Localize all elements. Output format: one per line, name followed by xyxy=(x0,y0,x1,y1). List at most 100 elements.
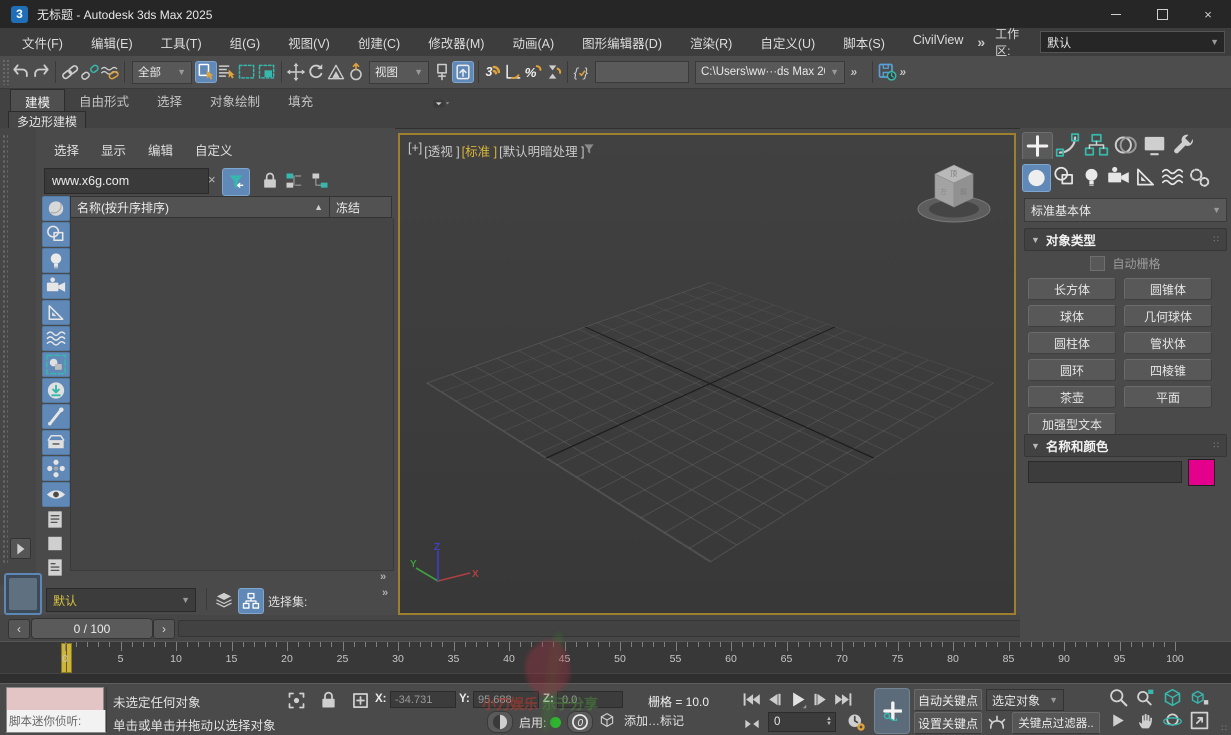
snap-spinner-icon[interactable] xyxy=(543,62,563,82)
unlink-icon[interactable] xyxy=(80,62,100,82)
column-header-name[interactable]: 名称(按升序排序) ▲ xyxy=(70,196,330,218)
menu-item[interactable]: 动画(A) xyxy=(498,33,568,52)
influences-icon[interactable] xyxy=(42,456,70,481)
braces-icon[interactable]: {} xyxy=(572,62,592,82)
spinner-arrows-icon[interactable]: ▲ ▼ xyxy=(826,716,835,727)
z-coord-field[interactable]: 0.0 xyxy=(557,691,623,708)
menu-item[interactable]: 视图(V) xyxy=(274,33,344,52)
viewport-nav-button[interactable] xyxy=(1135,710,1156,731)
autosave-icon[interactable] xyxy=(877,62,897,82)
autogrid-checkbox-row[interactable]: 自动栅格 xyxy=(1020,255,1231,272)
primitive-button[interactable]: 球体 xyxy=(1028,305,1116,327)
close-button[interactable]: × xyxy=(1185,0,1231,28)
viewport-label[interactable]: [透视 ] xyxy=(424,141,459,160)
undo-icon[interactable] xyxy=(11,62,31,82)
y-coord-field[interactable]: 95.688 xyxy=(473,691,539,708)
maximize-button[interactable] xyxy=(1139,0,1185,28)
helpers-icon[interactable] xyxy=(42,300,70,325)
mirror-icon[interactable] xyxy=(452,61,474,83)
explorer-tree-collapse-button[interactable] xyxy=(310,171,330,191)
xrefs-icon[interactable] xyxy=(42,378,70,403)
selection-filter-combo[interactable]: 全部 ▼ xyxy=(132,60,192,84)
rotate-icon[interactable] xyxy=(306,62,326,82)
viewport-nav-button[interactable] xyxy=(1108,710,1129,731)
autogrid-checkbox[interactable] xyxy=(1090,256,1106,271)
safe-scene-shield-button[interactable] xyxy=(487,711,513,733)
time-slider-handle[interactable]: 0 / 100 xyxy=(31,618,153,639)
explorer-menu-item[interactable]: 自定义 xyxy=(195,140,233,159)
primitive-button[interactable]: 平面 xyxy=(1124,386,1212,408)
viewport-label[interactable]: [+] xyxy=(408,141,422,160)
bind-icon[interactable] xyxy=(100,62,120,82)
space-warps-icon[interactable] xyxy=(42,326,70,351)
key-filters-button[interactable]: 关键点过滤器.. xyxy=(1012,712,1100,734)
rollout-name-color[interactable]: ▼ 名称和颜色 ∷ xyxy=(1024,434,1227,457)
chev-icon[interactable]: » xyxy=(848,62,868,82)
next-frame-button[interactable]: › xyxy=(153,619,175,639)
viewport-label[interactable]: [默认明暗处理 ] xyxy=(499,141,584,160)
project-folder-combo[interactable]: C:\Users\ww···ds Max 2025▼ xyxy=(695,60,845,84)
primitive-button[interactable]: 圆柱体 xyxy=(1028,332,1116,354)
visibility-icon[interactable] xyxy=(42,482,70,507)
motion-icon[interactable] xyxy=(1111,132,1140,158)
primitive-button[interactable]: 管状体 xyxy=(1124,332,1212,354)
scale-icon[interactable] xyxy=(326,62,346,82)
menu-item[interactable]: 组(G) xyxy=(216,33,275,52)
viewport-perview-filter-icon[interactable] xyxy=(582,142,596,156)
playback-button[interactable] xyxy=(833,689,854,710)
viewport-label[interactable]: [标准 ] xyxy=(462,141,497,160)
region-window-icon[interactable] xyxy=(257,62,277,82)
viewport-nav-button[interactable] xyxy=(1189,710,1210,731)
rollout-object-type[interactable]: ▼ 对象类型 ∷ xyxy=(1024,228,1227,251)
lights-icon[interactable] xyxy=(42,248,70,273)
primitive-button[interactable]: 四棱锥 xyxy=(1124,359,1212,381)
key-filters-icon[interactable] xyxy=(986,712,1007,733)
modify-icon[interactable] xyxy=(1053,132,1082,158)
space-warps-icon[interactable] xyxy=(1159,164,1186,190)
dock-expand-button[interactable] xyxy=(10,538,31,559)
viewport-nav-button[interactable] xyxy=(1135,687,1156,708)
link-icon[interactable] xyxy=(60,62,80,82)
helpers-icon[interactable] xyxy=(1132,164,1159,190)
layer-hierarchy-button[interactable] xyxy=(238,588,264,614)
shapes-icon[interactable] xyxy=(1051,164,1078,190)
list2-icon[interactable] xyxy=(42,556,68,579)
layer-flyout-button[interactable] xyxy=(4,573,42,615)
time-configuration-button[interactable] xyxy=(845,711,866,732)
menu-overflow-icon[interactable]: » xyxy=(977,34,985,50)
menu-item[interactable]: 自定义(U) xyxy=(746,33,829,52)
shapes-icon[interactable] xyxy=(42,222,70,247)
geometry-icon[interactable] xyxy=(42,196,70,221)
viewport-nav-button[interactable] xyxy=(1189,687,1210,708)
select-by-name-icon[interactable] xyxy=(217,62,237,82)
cameras-icon[interactable] xyxy=(42,274,70,299)
ribbon-tab[interactable]: 选择 xyxy=(143,89,196,112)
viewport-nav-button[interactable] xyxy=(1108,687,1129,708)
ribbon-tab[interactable]: 自由形式 xyxy=(65,89,143,112)
key-selection-combo[interactable]: 选定对象 ▼ xyxy=(986,689,1064,711)
systems-icon[interactable] xyxy=(1186,164,1213,190)
explorer-lock-button[interactable] xyxy=(260,171,280,191)
search-filter-button[interactable] xyxy=(222,168,250,196)
menu-item[interactable]: 渲染(R) xyxy=(676,33,746,52)
menu-item[interactable]: 工具(T) xyxy=(147,33,216,52)
add-marker-label[interactable]: 添加…标记 xyxy=(624,712,684,729)
previous-frame-button[interactable]: ‹ xyxy=(8,619,30,639)
alert-count-button[interactable]: 0 xyxy=(567,711,594,733)
solid-icon[interactable] xyxy=(42,532,68,555)
object-name-input[interactable] xyxy=(1028,461,1182,483)
key-mode-toggle[interactable] xyxy=(741,713,762,734)
ribbon-collapse-icon[interactable] xyxy=(430,94,450,114)
explorer-object-list[interactable] xyxy=(70,218,394,571)
ribbon-tab[interactable]: 对象绘制 xyxy=(196,89,274,112)
explorer-tree-expand-button[interactable] xyxy=(284,171,304,191)
select-place-icon[interactable] xyxy=(346,62,366,82)
region-rect-icon[interactable] xyxy=(237,62,257,82)
explorer-menu-item[interactable]: 显示 xyxy=(101,140,126,159)
workspace-combo[interactable]: 默认 ▼ xyxy=(1040,31,1225,53)
set-key-big-button[interactable] xyxy=(874,688,910,734)
ribbon-tab[interactable]: 建模 xyxy=(10,88,66,113)
select-object-icon[interactable] xyxy=(195,61,217,83)
lights-icon[interactable] xyxy=(1078,164,1105,190)
timeline-ruler[interactable]: 0 5 10 15 20 25 30 35 40 45 50 55 60 65 70 75 80 85 90 95 10… xyxy=(0,641,1231,674)
